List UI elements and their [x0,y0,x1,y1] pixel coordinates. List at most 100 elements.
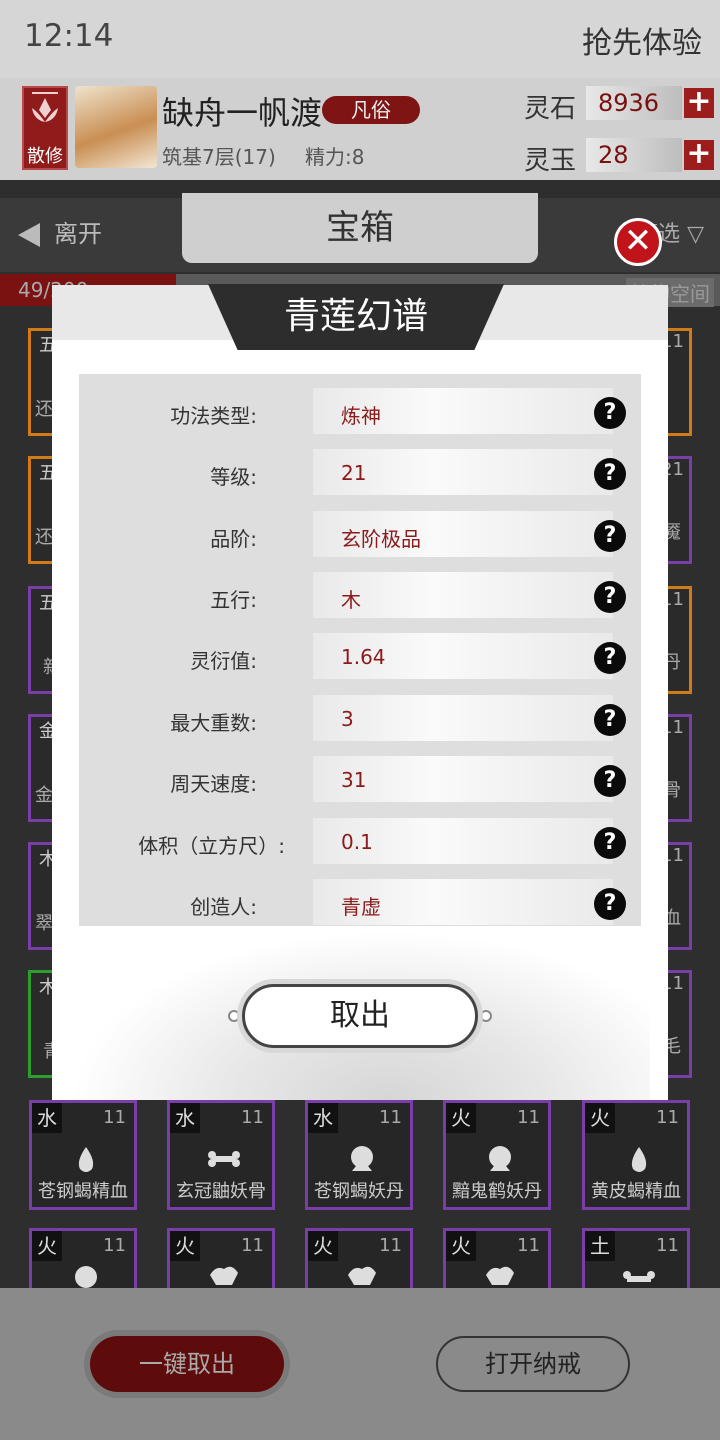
attribute-label: 体积（立方尺）: [138,834,285,858]
energy-value: 精力:8 [305,145,365,169]
lotus-icon [32,92,58,122]
element-tag: 水 [170,1103,200,1133]
element-tag: 水 [308,1103,338,1133]
blood-drop-icon [78,1147,94,1172]
close-icon: ✕ [623,221,653,261]
item-slot[interactable]: 火 11 黄皮蝎精血 [582,1100,690,1210]
leave-label: 离开 [54,220,102,248]
back-arrow-icon [18,223,40,247]
take-out-button[interactable]: 取出 [242,984,478,1048]
spirit-jade-label: 灵玉 [524,146,577,176]
item-slot[interactable]: 火 11 黯鬼鹤妖丹 [443,1100,551,1210]
item-slot[interactable]: 水 11 苍钢蝎精血 [29,1100,137,1210]
element-tag: 土 [585,1231,615,1261]
close-button[interactable]: ✕ [614,218,662,266]
attribute-row: 功法类型: 炼神 ? [79,382,641,443]
item-level: 11 [241,1235,264,1256]
item-level: 11 [379,1107,402,1128]
tab-treasure-chest[interactable]: 宝箱 [182,193,538,263]
attribute-label: 品阶: [210,527,257,551]
attribute-label: 最大重数: [170,711,257,735]
cultivation-level: 筑基7层(17) [162,145,276,169]
attribute-row: 五行: 木 ? [79,566,641,627]
attribute-row: 周天速度: 31 ? [79,750,641,811]
item-name-fragment: 金 [35,785,53,806]
item-name-fragment: 翠 [35,913,53,934]
attribute-row: 体积（立方尺）: 0.1 ? [79,812,641,873]
attribute-value: 1.64 [341,645,386,669]
clock: 12:14 [24,18,114,54]
dialog-title: 青莲幻谱 [208,284,504,350]
help-icon[interactable]: ? [594,581,626,613]
attribute-value: 21 [341,461,367,485]
help-icon[interactable]: ? [594,704,626,736]
item-name-fragment: 还 [35,527,53,548]
add-spirit-jade-button[interactable]: + [684,139,714,170]
attribute-value: 青虚 [341,895,381,919]
help-icon[interactable]: ? [594,458,626,490]
value-backdrop [313,695,613,741]
element-tag: 火 [308,1231,338,1261]
item-name: 苍钢蝎妖丹 [314,1181,404,1202]
item-level: 11 [379,1235,402,1256]
attribute-row: 创造人: 青虚 ? [79,873,641,934]
attribute-row: 等级: 21 ? [79,443,641,504]
help-icon[interactable]: ? [594,888,626,920]
attribute-row: 最大重数: 3 ? [79,689,641,750]
player-name: 缺舟一帆渡 [162,94,323,132]
item-level: 11 [517,1235,540,1256]
attribute-label: 周天速度: [170,772,257,796]
attribute-value: 0.1 [341,830,373,854]
attribute-label: 灵衍值: [190,649,257,673]
item-name: 苍钢蝎精血 [38,1181,128,1202]
attribute-value: 炼神 [341,404,381,428]
add-spirit-stone-button[interactable]: + [684,87,714,118]
attribute-value: 3 [341,707,354,731]
take-all-button[interactable]: 一键取出 [90,1336,284,1392]
attribute-value: 31 [341,768,367,792]
leave-button[interactable]: 离开 [18,214,102,249]
button-ornament [228,1010,240,1022]
spirit-jade-value: 28 [586,138,682,172]
item-slot[interactable]: 火 11 [29,1228,137,1288]
blood-drop-icon [631,1147,647,1172]
item-name-fragment: 还 [35,399,53,420]
item-slot[interactable]: 火 11 [167,1228,275,1288]
pelt-icon [486,1266,514,1285]
help-icon[interactable]: ? [594,520,626,552]
attribute-label: 五行: [210,588,257,612]
element-tag: 火 [32,1231,62,1261]
help-icon[interactable]: ? [594,642,626,674]
pelt-icon [210,1266,238,1285]
bone-icon [208,1151,240,1167]
element-tag: 火 [446,1103,476,1133]
item-name: 黯鬼鹤妖丹 [452,1181,542,1202]
attribute-label: 等级: [210,465,257,489]
item-level: 11 [241,1107,264,1128]
help-icon[interactable]: ? [594,397,626,429]
pelt-icon [348,1266,376,1285]
item-slot[interactable]: 水 11 玄冠鼬妖骨 [167,1100,275,1210]
item-slot[interactable]: 火 11 [305,1228,413,1288]
open-storage-ring-button[interactable]: 打开纳戒 [436,1336,630,1392]
item-name: 黄皮蝎精血 [591,1181,681,1202]
badge-label: 散修 [27,146,63,167]
element-tag: 火 [446,1231,476,1261]
item-level: 11 [103,1235,126,1256]
attribute-label: 功法类型: [170,404,257,428]
item-slot[interactable]: 水 11 苍钢蝎妖丹 [305,1100,413,1210]
early-access-label[interactable]: 抢先体验 [582,18,702,62]
button-ornament [480,1010,492,1022]
avatar[interactable] [75,86,157,168]
attribute-label: 创造人: [190,895,257,919]
help-icon[interactable]: ? [594,765,626,797]
demon-core-icon [351,1146,373,1171]
demon-core-icon [489,1146,511,1171]
attribute-value: 木 [341,588,361,612]
item-level: 11 [517,1107,540,1128]
item-slot[interactable]: 火 11 [443,1228,551,1288]
item-slot[interactable]: 土 11 [582,1228,690,1288]
help-icon[interactable]: ? [594,827,626,859]
attribute-row: 品阶: 玄阶极品 ? [79,505,641,566]
item-name: 玄冠鼬妖骨 [176,1181,266,1202]
